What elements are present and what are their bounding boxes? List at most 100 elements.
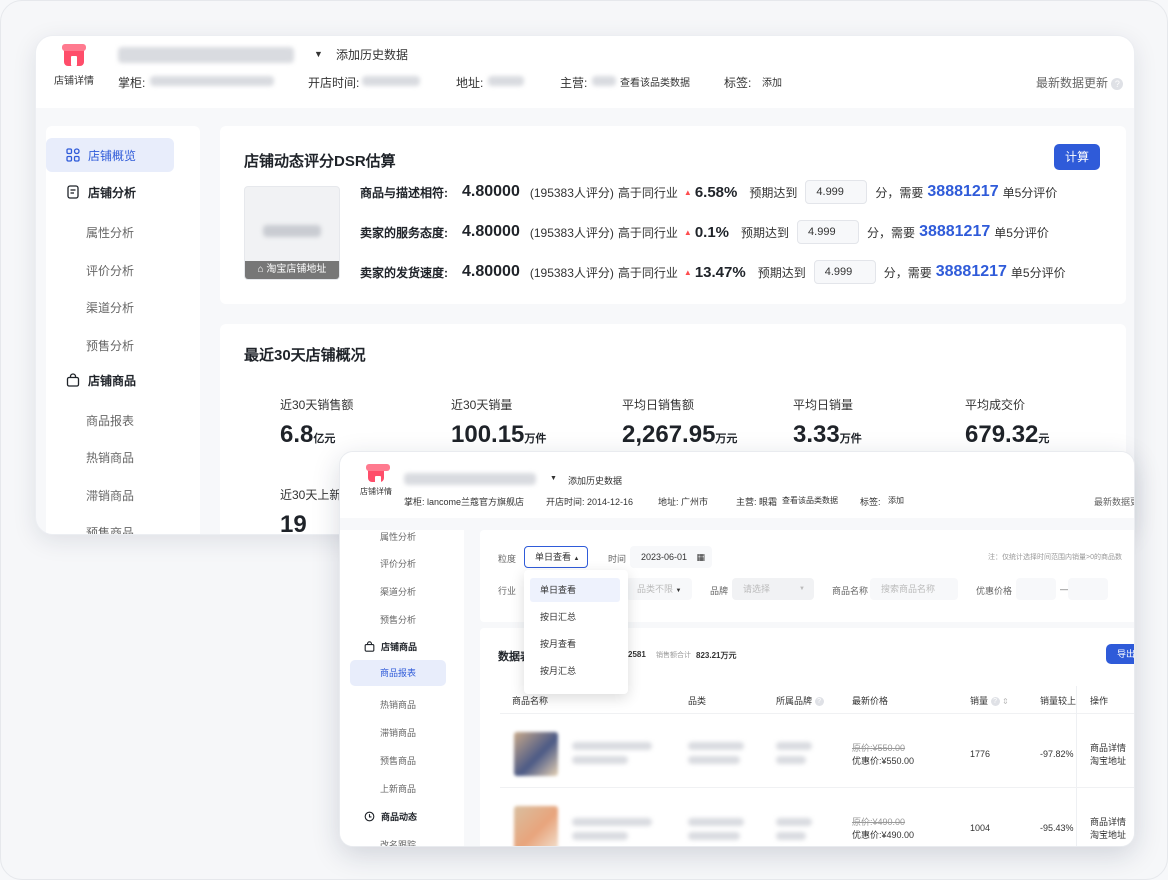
store-icon — [62, 44, 86, 66]
brand-blurred — [776, 742, 812, 750]
sidebar-item-review[interactable]: 评价分析 — [380, 557, 416, 570]
sidebar-item-attribute[interactable]: 属性分析 — [86, 224, 134, 241]
goods-name-input[interactable]: 搜索商品名称 — [870, 578, 958, 600]
address-text: 地址: 广州市 — [658, 497, 709, 507]
actions-cell: 商品详情 淘宝地址 — [1090, 742, 1126, 768]
shop-image-blurred — [263, 225, 321, 237]
sidebar-item-goods-report[interactable]: 商品报表 — [350, 660, 446, 686]
overview-30d-title: 最近30天店铺概况 — [244, 347, 366, 364]
tags-add-link[interactable]: 添加 — [888, 495, 904, 506]
th-sales-change[interactable]: 销量较上 — [1040, 694, 1076, 707]
dsr-target-input[interactable]: 4.999 — [805, 180, 868, 204]
screenshot-stage: 店铺详情 ▼ 添加历史数据 掌柜: 开店时间: 地址: 主营: 查看该品类数据 … — [0, 0, 1168, 880]
view-category-link[interactable]: 查看该品类数据 — [620, 74, 690, 89]
brand-blurred — [776, 756, 806, 764]
category-select[interactable]: 品类不限 ▼ — [626, 578, 692, 600]
taobao-address-link[interactable]: 淘宝地址 — [1090, 829, 1126, 842]
price-min-input[interactable] — [1016, 578, 1056, 600]
owner-label: 掌柜: — [118, 76, 146, 90]
arrow-up-icon: ▲ — [683, 267, 692, 277]
goods-detail-link[interactable]: 商品详情 — [1090, 742, 1126, 755]
address-blurred — [488, 76, 524, 86]
open-time-label: 开店时间: — [308, 76, 360, 90]
sidebar-item-slow-goods[interactable]: 滞销商品 — [380, 726, 416, 739]
sales-cell: 1776 — [970, 749, 991, 759]
goods-report-window: 店铺详情 ▼ 添加历史数据 掌柜: lancome兰蔻官方旗舰店 开店时间: 2… — [339, 451, 1135, 847]
dsr-count: (195383人评分) — [529, 185, 614, 200]
shop-image[interactable]: ⌂ 淘宝店铺地址 — [244, 186, 340, 280]
sidebar-item-review[interactable]: 评价分析 — [86, 262, 134, 279]
option-daily-summary[interactable]: 按日汇总 — [530, 605, 620, 629]
th-sales[interactable]: 销量 ? ⇕ — [970, 694, 1009, 707]
brand-select[interactable]: 请选择 ▼ — [732, 578, 814, 600]
dsr-target-input[interactable]: 4.999 — [797, 220, 860, 244]
sidebar-item-hot-goods[interactable]: 热销商品 — [86, 449, 134, 466]
granularity-select[interactable]: 单日查看 ▲ — [524, 546, 588, 568]
sidebar-item-new-goods[interactable]: 上新商品 — [380, 782, 416, 795]
sidebar-item-goods-report[interactable]: 商品报表 — [86, 412, 134, 429]
help-icon[interactable]: ? — [1111, 77, 1124, 90]
granularity-label: 粒度 — [498, 554, 517, 564]
price-max-input[interactable] — [1068, 578, 1108, 600]
help-icon: ? — [990, 697, 1000, 707]
sidebar-item-presale-goods[interactable]: 预售商品 — [86, 524, 134, 534]
sidebar-group-label: 店铺分析 — [88, 185, 137, 200]
dsr-row-label: 卖家的服务态度: — [360, 225, 448, 240]
shop-header: 店铺详情 ▼ 添加历史数据 掌柜: lancome兰蔻官方旗舰店 开店时间: 2… — [340, 452, 1134, 518]
sidebar-group-analysis[interactable]: 店铺分析 — [46, 175, 174, 209]
add-history-link[interactable]: 添加历史数据 — [568, 474, 622, 487]
store-icon: ⌂ — [257, 264, 264, 275]
sidebar-item-presale[interactable]: 预售分析 — [380, 613, 416, 626]
dsr-pct: 6.58% — [694, 183, 738, 201]
dsr-need-prefix: 分，需要 — [867, 225, 916, 240]
dsr-expect-label: 预期达到 — [757, 265, 806, 280]
category-blurred — [688, 742, 744, 750]
stat-avg-daily-sales: 平均日销售额 2,267.95万元 — [622, 396, 737, 449]
dsr-need-suffix: 单5分评价 — [994, 225, 1049, 240]
dsr-target-input[interactable]: 4.999 — [813, 260, 876, 284]
sidebar-item-slow-goods[interactable]: 滞销商品 — [86, 487, 134, 504]
product-name-blurred[interactable] — [572, 832, 628, 840]
date-picker[interactable]: 2023-06-01 ▦ — [630, 546, 712, 568]
actions-cell: 商品详情 淘宝地址 — [1090, 816, 1126, 842]
granularity-dropdown: 单日查看 按日汇总 按月查看 按月汇总 — [524, 570, 628, 694]
sales-change-cell: -95.43% — [1040, 823, 1074, 833]
chevron-down-icon[interactable]: ▼ — [550, 475, 557, 482]
dsr-need-suffix: 单5分评价 — [1010, 265, 1066, 280]
logo-label: 店铺详情 — [54, 76, 94, 87]
chevron-down-icon[interactable]: ▼ — [314, 49, 323, 59]
product-thumbnail[interactable] — [514, 806, 558, 846]
sidebar-item-attribute[interactable]: 属性分析 — [380, 530, 416, 543]
add-history-link[interactable]: 添加历史数据 — [336, 46, 408, 63]
sidebar-group-dynamics[interactable]: 商品动态 — [364, 810, 417, 823]
product-name-blurred[interactable] — [572, 818, 652, 826]
dsr-card: 店铺动态评分DSR估算 计算 ⌂ 淘宝店铺地址 商品与描述相符: 4.80000… — [220, 126, 1126, 304]
taobao-address-link[interactable]: 淘宝地址 — [1090, 755, 1126, 768]
brand-label: 品牌 — [710, 586, 729, 596]
product-name-blurred[interactable] — [572, 756, 628, 764]
sales-cell: 1004 — [970, 823, 991, 833]
view-category-link[interactable]: 查看该品类数据 — [782, 495, 838, 506]
sidebar-item-channel[interactable]: 渠道分析 — [86, 299, 134, 316]
sidebar-group-goods[interactable]: 店铺商品 — [46, 363, 174, 397]
product-name-blurred[interactable] — [572, 742, 652, 750]
stat-value: 100.15万件 — [451, 421, 547, 448]
tags-add-link[interactable]: 添加 — [762, 74, 782, 89]
sidebar-group-goods[interactable]: 店铺商品 — [364, 640, 417, 653]
sidebar-item-channel[interactable]: 渠道分析 — [380, 585, 416, 598]
category-blurred — [688, 832, 740, 840]
goods-detail-link[interactable]: 商品详情 — [1090, 816, 1126, 829]
sidebar-item-presale-goods[interactable]: 预售商品 — [380, 754, 416, 767]
option-monthly-view[interactable]: 按月查看 — [530, 632, 620, 656]
sidebar-item-overview[interactable]: 店铺概览 — [46, 138, 174, 172]
sidebar-item-rename-track[interactable]: 改名跟踪 — [380, 838, 416, 846]
option-single-day[interactable]: 单日查看 — [530, 578, 620, 602]
grid-icon — [66, 148, 80, 162]
product-thumbnail[interactable] — [514, 732, 558, 776]
shop-address-caption[interactable]: ⌂ 淘宝店铺地址 — [245, 261, 339, 279]
calculate-button[interactable]: 计算 — [1054, 144, 1100, 170]
sidebar-item-presale[interactable]: 预售分析 — [86, 337, 134, 354]
export-button[interactable]: 导出 — [1106, 644, 1134, 664]
option-monthly-summary[interactable]: 按月汇总 — [530, 659, 620, 683]
sidebar-item-hot-goods[interactable]: 热销商品 — [380, 698, 416, 711]
